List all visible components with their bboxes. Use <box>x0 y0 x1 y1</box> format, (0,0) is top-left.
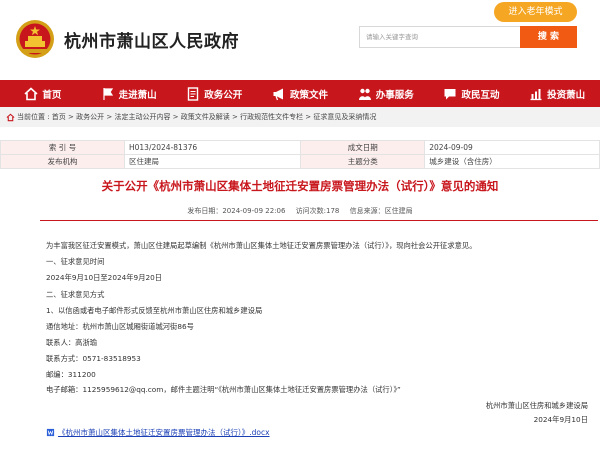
paragraph-section-1: 一、征求意见时间 <box>46 257 105 266</box>
breadcrumb: 当前位置 : 首页 > 政务公开 > 法定主动公开内容 > 政策文件及解读 > … <box>0 107 600 127</box>
paragraph-contact: 联系人：高浙瑜 <box>46 338 98 347</box>
topic-label: 主题分类 <box>300 154 426 169</box>
publish-time: 发布日期：2024-09-09 22:06 <box>187 207 286 215</box>
signature-date: 2024年9月10日 <box>533 415 588 424</box>
search-button[interactable]: 搜 索 <box>520 26 577 48</box>
handshake-icon <box>358 88 371 100</box>
nav-item-interaction[interactable]: 政民互动 <box>429 80 515 107</box>
nav-item-label: 政民互动 <box>461 89 500 101</box>
attachment-link-text[interactable]: 《杭州市萧山区集体土地征迁安置房票管理办法（试行）》.docx <box>58 427 270 438</box>
nav-item-label: 政务公开 <box>204 89 243 101</box>
info-source: 信息来源：区住建局 <box>349 207 413 215</box>
nav-item-home[interactable]: 首页 <box>0 80 86 107</box>
chat-icon <box>444 88 456 99</box>
site-header: 杭州市萧山区人民政府 进入老年模式 请输入关键字查询 搜 索 <box>0 0 600 80</box>
nav-item-about[interactable]: 走进萧山 <box>86 80 172 107</box>
attachment-link[interactable]: 《杭州市萧山区集体土地征迁安置房票管理办法（试行）》.docx <box>46 427 270 438</box>
elder-mode-button[interactable]: 进入老年模式 <box>494 2 577 22</box>
paragraph-intro: 为丰富我区征迁安置模式，萧山区住建局起草编制《杭州市萧山区集体土地征迁安置房票管… <box>46 241 477 250</box>
search-input[interactable]: 请输入关键字查询 <box>359 26 520 48</box>
paragraph-postcode: 邮编：311200 <box>46 370 96 379</box>
main-nav: 首页 走进萧山 政务公开 政策文件 办事服务 政民互动 投资萧山 <box>0 80 600 107</box>
breadcrumb-text[interactable]: 当前位置 : 首页 > 政务公开 > 法定主动公开内容 > 政策文件及解读 > … <box>17 113 376 121</box>
nav-item-investment[interactable]: 投资萧山 <box>514 80 600 107</box>
home-icon <box>24 86 38 100</box>
title-divider <box>40 220 598 221</box>
home-icon <box>6 113 15 121</box>
issue-date-value: 2024-09-09 <box>424 140 600 155</box>
flag-icon <box>102 87 113 100</box>
paragraph-period: 2024年9月10日至2024年9月20日 <box>46 273 163 282</box>
topic-value: 城乡建设（含住房） <box>424 154 600 169</box>
nav-item-label: 办事服务 <box>375 89 414 101</box>
national-emblem-icon <box>16 20 54 58</box>
paragraph-method: 1、以信函或者电子邮件形式反馈至杭州市萧山区住房和城乡建设局 <box>46 306 263 315</box>
nav-item-label: 投资萧山 <box>547 89 586 101</box>
document-info-table: 索 引 号 H013/2024-81376 成文日期 2024-09-09 发布… <box>0 140 600 169</box>
paragraph-phone: 联系方式：0571-83518953 <box>46 354 141 363</box>
site-title[interactable]: 杭州市萧山区人民政府 <box>64 27 239 52</box>
signature-org: 杭州市萧山区住房和城乡建设局 <box>485 401 588 410</box>
paragraph-email: 电子邮箱：1125959612@qq.com，邮件主题注明“《杭州市萧山区集体土… <box>46 385 401 394</box>
megaphone-icon <box>273 88 283 100</box>
document-meta: 发布日期：2024-09-09 22:06 访问次数:178 信息来源：区住建局 <box>0 206 600 216</box>
document-title: 关于公开《杭州市萧山区集体土地征迁安置房票管理办法（试行）》意见的通知 <box>101 179 499 193</box>
chart-icon <box>530 88 542 100</box>
publisher-label: 发布机构 <box>0 154 125 169</box>
nav-item-label: 政策文件 <box>290 89 329 101</box>
nav-item-services[interactable]: 办事服务 <box>343 80 429 107</box>
publisher-value: 区住建局 <box>123 154 302 169</box>
index-number-value: H013/2024-81376 <box>123 140 302 155</box>
paragraph-address: 通信地址：杭州市萧山区城厢街道城河街86号 <box>46 322 194 331</box>
attachment-file-icon <box>46 428 55 437</box>
nav-item-label: 首页 <box>42 89 62 101</box>
paragraph-section-2: 二、征求意见方式 <box>46 290 105 299</box>
issue-date-label: 成文日期 <box>300 140 426 155</box>
document-icon <box>188 86 199 101</box>
nav-item-label: 走进萧山 <box>118 89 157 101</box>
view-count: 访问次数:178 <box>295 207 340 215</box>
nav-item-policy[interactable]: 政策文件 <box>257 80 343 107</box>
nav-item-disclosure[interactable]: 政务公开 <box>171 80 257 107</box>
index-number-label: 索 引 号 <box>0 140 125 155</box>
